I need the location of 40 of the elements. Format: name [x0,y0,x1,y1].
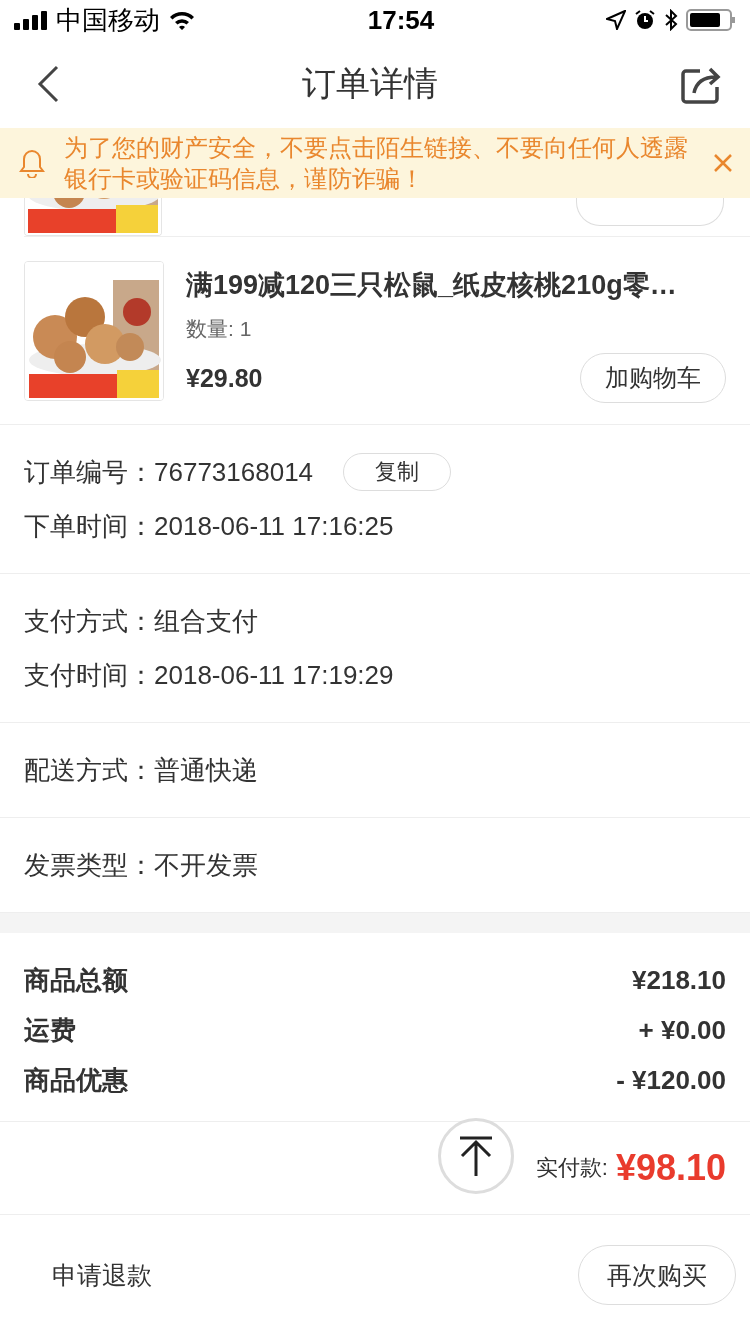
bluetooth-icon [664,9,678,31]
amount-label: 商品总额 [24,963,128,997]
info-label: 发票类型： [24,848,154,882]
amount-value: ¥218.10 [632,964,726,996]
notice-text: 为了您的财产安全，不要点击陌生链接、不要向任何人透露银行卡或验证码信息，谨防诈骗！ [64,133,689,194]
amount-label: 运费 [24,1013,76,1047]
info-value: 2018-06-11 17:19:29 [154,659,394,691]
back-icon[interactable] [36,65,60,103]
info-value: 76773168014 [154,456,314,488]
location-icon [606,10,626,30]
amount-value: + ¥0.00 [638,1014,726,1046]
refund-button[interactable]: 申请退款 [36,1258,168,1292]
info-value: 不开发票 [154,848,258,882]
buy-again-button[interactable]: 再次购买 [578,1245,736,1305]
carrier-name: 中国移动 [56,3,160,37]
quantity-text: 数量: 1 [186,316,253,342]
info-label: 支付时间： [24,658,154,692]
amount-value: - ¥120.00 [616,1064,726,1096]
info-label: 配送方式： [24,753,154,787]
product-name: 满199减120三只松鼠_纸皮核桃210g零… [186,269,678,302]
product-price: ¥29.80 [186,363,263,393]
battery-icon [686,9,736,31]
add-to-cart-button[interactable]: 加购物车 [580,353,726,403]
info-label: 支付方式： [24,604,154,638]
info-label: 下单时间： [24,509,154,543]
info-label: 订单编号： [24,455,154,489]
copy-button[interactable]: 复制 [343,453,452,491]
amount-label: 商品优惠 [24,1063,128,1097]
total-value: ¥98.10 [615,1147,726,1189]
bell-icon [18,148,46,178]
info-value: 2018-06-11 17:16:25 [154,510,394,542]
page-title: 订单详情 [302,63,438,104]
total-label: 实付款: [535,1154,608,1182]
info-value: 普通快递 [154,753,258,787]
alarm-icon [634,9,656,31]
arrow-up-icon [459,1136,493,1176]
signal-icon [14,10,48,30]
info-value: 组合支付 [154,604,258,638]
wifi-icon [168,9,196,31]
clock-time: 17:54 [367,4,435,36]
